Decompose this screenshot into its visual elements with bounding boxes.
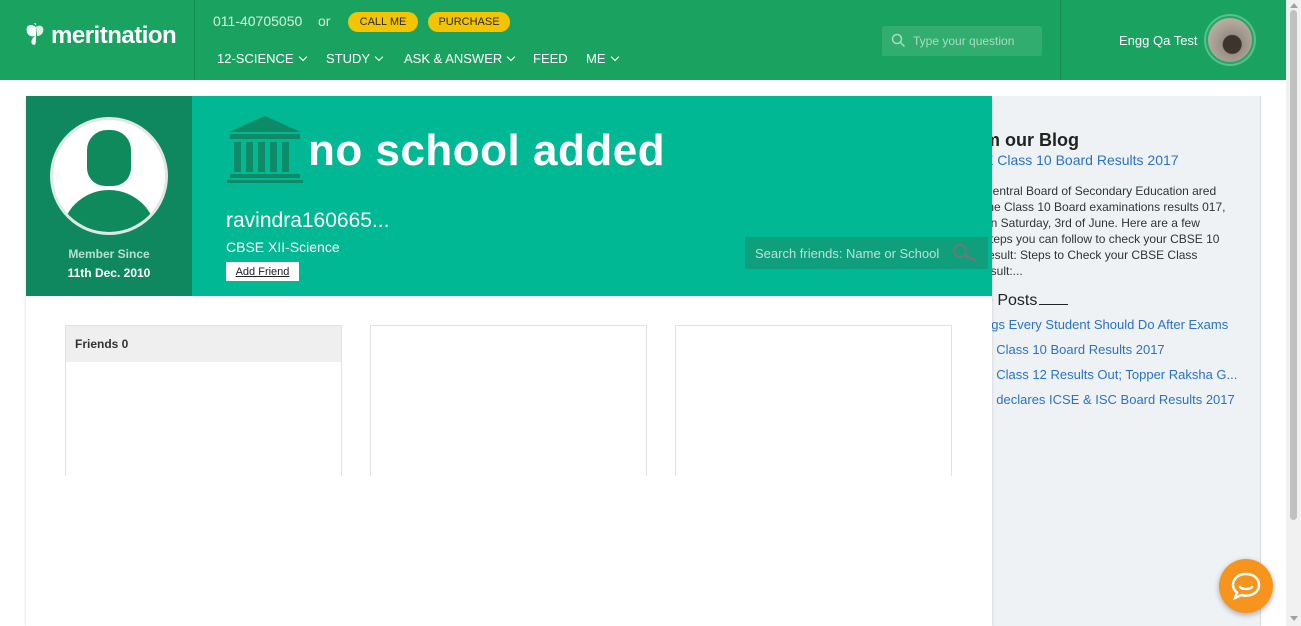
chevron-down-icon <box>507 52 516 62</box>
purchase-button[interactable]: PURCHASE <box>428 12 510 32</box>
nav-ask-answer[interactable]: ASK & ANSWER <box>404 51 516 66</box>
more-post-link[interactable]: E Class 12 Results Out; Topper Raksha G.… <box>984 367 1237 382</box>
header-divider <box>194 0 195 80</box>
member-since-date: 11th Dec. 2010 <box>67 266 151 280</box>
profile-picture[interactable] <box>50 117 168 235</box>
avatar-photo <box>1208 18 1252 62</box>
header-divider <box>1060 0 1061 80</box>
question-search-input[interactable] <box>913 26 1038 56</box>
live-chat-button[interactable] <box>1219 559 1273 613</box>
scroll-up-arrow-icon[interactable] <box>1290 3 1298 8</box>
user-name[interactable]: Engg Qa Test <box>1119 33 1198 48</box>
more-posts-heading: e Posts <box>984 292 1069 310</box>
profile-class: CBSE XII-Science <box>226 239 340 255</box>
nav-12-science[interactable]: 12-SCIENCE <box>217 51 307 66</box>
school-building-icon <box>227 116 303 183</box>
heading-underline <box>1039 304 1069 305</box>
add-friend-button[interactable]: Add Friend <box>226 262 299 281</box>
friend-search-input[interactable] <box>755 237 945 269</box>
user-placeholder-icon <box>87 130 131 186</box>
scrollbar-thumb[interactable] <box>1290 10 1297 520</box>
nav-feed[interactable]: FEED <box>533 51 568 66</box>
chevron-down-icon <box>610 52 619 62</box>
profile-sidebar-strip: Member Since 11th Dec. 2010 <box>26 96 192 296</box>
friend-search-box <box>745 237 988 269</box>
call-me-button[interactable]: CALL ME <box>348 12 418 32</box>
blog-excerpt: Central Board of Secondary Education are… <box>984 184 1226 278</box>
profile-name: ravindra160665... <box>226 209 390 232</box>
top-header: meritnation 011-40705050 or CALL ME PURC… <box>0 0 1286 80</box>
more-post-link[interactable]: E Class 10 Board Results 2017 <box>984 342 1165 357</box>
member-since-label: Member Since <box>68 247 150 261</box>
empty-panel <box>675 325 952 476</box>
or-text: or <box>318 13 331 29</box>
nav-label: STUDY <box>326 51 371 66</box>
scroll-down-arrow-icon[interactable] <box>1290 616 1298 621</box>
nav-study[interactable]: STUDY <box>326 51 384 66</box>
school-name: no school added <box>308 126 666 175</box>
user-avatar[interactable] <box>1204 14 1256 66</box>
chat-bubble-icon <box>1231 572 1261 601</box>
friends-panel-title: Friends 0 <box>66 326 341 362</box>
more-post-link[interactable]: E declares ICSE & ISC Board Results 2017 <box>984 392 1235 407</box>
user-placeholder-body <box>61 190 157 232</box>
nav-label: FEED <box>533 51 568 66</box>
meritnation-logo[interactable]: meritnation <box>25 22 177 50</box>
friends-panel: Friends 0 <box>65 325 342 476</box>
chevron-down-icon <box>374 52 384 62</box>
page-scrollbar[interactable] <box>1286 0 1301 626</box>
question-search-box <box>882 26 1042 56</box>
search-icon[interactable] <box>952 243 978 263</box>
chevron-down-icon <box>298 52 307 62</box>
nav-me[interactable]: ME <box>586 51 619 66</box>
nav-label: ME <box>586 51 606 66</box>
nav-label: 12-SCIENCE <box>217 51 294 66</box>
blog-post-link[interactable]: E Class 10 Board Results 2017 <box>984 152 1179 168</box>
profile-card: Member Since 11th Dec. 2010 no school ad… <box>26 96 992 626</box>
phone-number: 011-40705050 <box>213 13 303 29</box>
logo-text: meritnation <box>51 22 177 49</box>
more-post-link[interactable]: ngs Every Student Should Do After Exams <box>984 317 1228 332</box>
search-icon <box>891 33 906 48</box>
profile-banner: no school added ravindra160665... CBSE X… <box>192 96 992 296</box>
more-posts-label: e Posts <box>984 292 1038 309</box>
empty-panel <box>370 325 647 476</box>
nav-label: ASK & ANSWER <box>404 51 503 66</box>
butterfly-logo-icon <box>26 23 44 45</box>
blog-heading: m our Blog <box>984 130 1079 150</box>
